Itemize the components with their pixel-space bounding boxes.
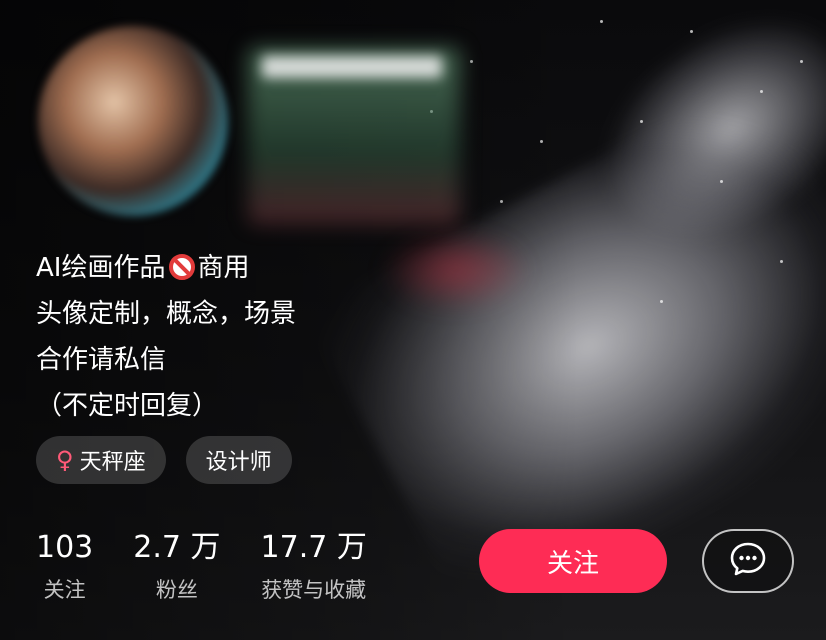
stat-value: 103 [36,530,94,565]
tag-label: 天秤座 [79,450,146,475]
bio: AI绘画作品 商用 头像定制，概念，场景 合作请私信 （不定时回复） [36,245,296,429]
stat-following[interactable]: 103 关注 [36,530,93,606]
tag-zodiac[interactable]: ♀ 天秤座 [36,436,166,484]
stat-value: 17.7 万 [260,530,367,565]
message-button[interactable] [702,529,794,593]
bio-line: （不定时回复） [36,391,219,421]
tag-profession[interactable]: 设计师 [185,436,292,484]
stat-followers[interactable]: 2.7 万 粉丝 [133,530,220,606]
tag-label: 设计师 [205,450,272,475]
follow-button[interactable]: 关注 [479,529,667,593]
stat-label: 关注 [43,578,86,602]
bio-line: 合作请私信 [36,345,167,375]
stat-label: 粉丝 [155,578,198,602]
prohibited-icon [169,254,196,280]
stat-label: 获赞与收藏 [261,578,367,602]
stat-value: 2.7 万 [133,530,221,565]
bio-line: AI绘画作品 商用 [36,253,250,283]
profile-tags: ♀ 天秤座 设计师 [36,436,292,484]
bio-line: 头像定制，概念，场景 [36,299,297,329]
avatar[interactable] [38,26,228,216]
stat-likes-and-saves[interactable]: 17.7 万 获赞与收藏 [261,530,367,606]
chat-bubble-icon [729,541,767,581]
profile-stats: 103 关注 2.7 万 粉丝 17.7 万 获赞与收藏 [36,530,407,606]
female-icon: ♀ [56,446,74,474]
blurred-username [262,56,442,78]
